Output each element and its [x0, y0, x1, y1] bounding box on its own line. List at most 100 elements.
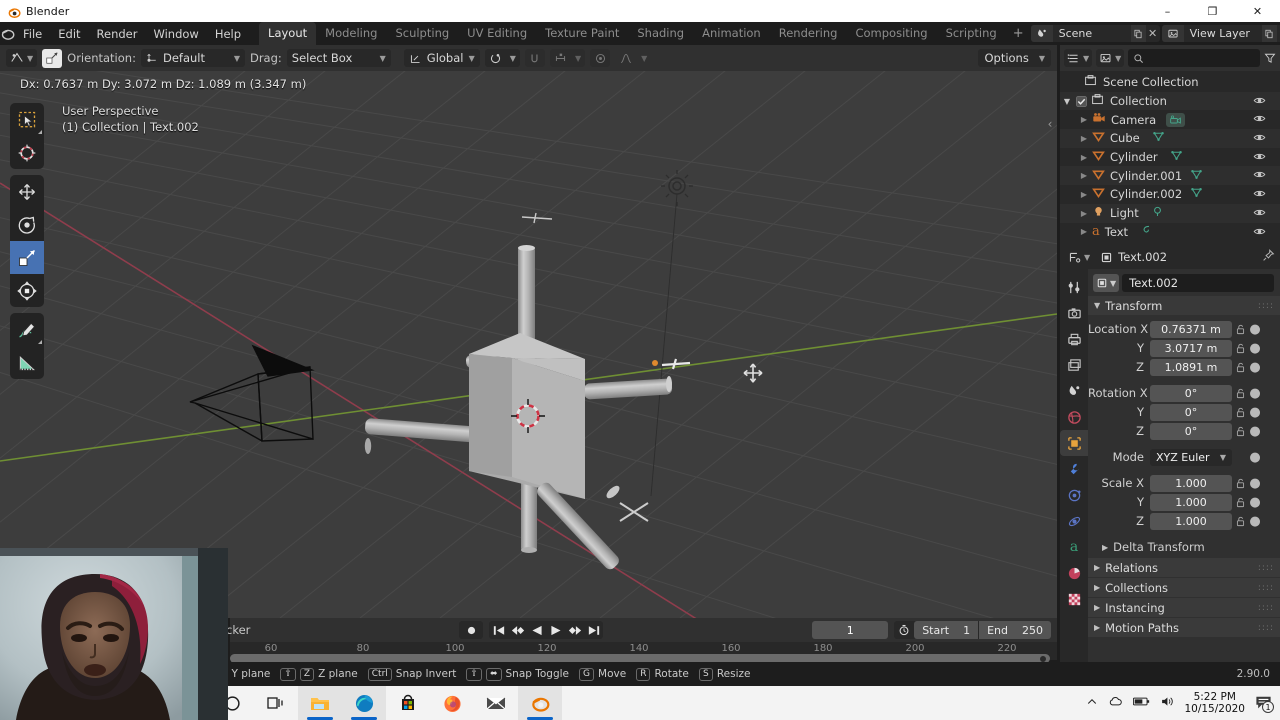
options-dropdown[interactable]: Options ▼ — [978, 49, 1051, 67]
expand-triangle-icon[interactable]: ▶ — [1060, 209, 1090, 218]
modifier-tab[interactable] — [1060, 456, 1088, 482]
display-mode-selector[interactable]: ▼ — [1096, 49, 1125, 67]
outliner-row-collection[interactable]: ▼ Collection — [1060, 91, 1280, 111]
delta-transform-subpanel[interactable]: ▶ Delta Transform — [1088, 537, 1280, 557]
hide-in-viewport-icon[interactable] — [1253, 206, 1266, 222]
animate-property-icon[interactable]: ● — [1248, 451, 1262, 464]
volume-icon[interactable] — [1160, 695, 1174, 711]
hide-in-viewport-icon[interactable] — [1253, 187, 1266, 203]
sidebar-collapse-arrow[interactable]: ‹ — [1045, 113, 1055, 135]
light-data-icon[interactable] — [1151, 205, 1164, 221]
task-view-icon[interactable] — [254, 686, 298, 720]
tab-layout[interactable]: Layout — [259, 22, 317, 45]
object-data-tab[interactable]: a — [1060, 534, 1088, 560]
lock-icon[interactable] — [1232, 388, 1248, 399]
tweak-select-tool[interactable] — [10, 103, 44, 136]
jump-to-end-button[interactable] — [584, 621, 603, 639]
maximize-button[interactable]: ❐ — [1190, 0, 1235, 22]
firefox-icon[interactable] — [430, 686, 474, 720]
transform-tool[interactable] — [10, 274, 44, 307]
play-reverse-button[interactable] — [527, 621, 546, 639]
pivot-point-dropdown[interactable]: ▼ — [484, 49, 520, 67]
location-y-field[interactable]: 3.0717 m — [1150, 339, 1232, 357]
output-tab[interactable] — [1060, 326, 1088, 352]
scene-selector[interactable]: Scene ✕ — [1030, 25, 1160, 42]
falloff-dropdown[interactable]: ▼ — [615, 49, 651, 67]
expand-triangle-icon[interactable]: ▼ — [1060, 97, 1074, 106]
tab-animation[interactable]: Animation — [693, 22, 770, 45]
next-keyframe-button[interactable] — [565, 621, 584, 639]
hide-in-viewport-icon[interactable] — [1253, 150, 1266, 166]
object-tab[interactable] — [1060, 430, 1088, 456]
world-tab[interactable] — [1060, 404, 1088, 430]
lock-icon[interactable] — [1232, 362, 1248, 373]
object-mode-selector[interactable] — [42, 48, 63, 68]
particles-tab[interactable] — [1060, 482, 1088, 508]
tab-uv-editing[interactable]: UV Editing — [458, 22, 536, 45]
expand-triangle-icon[interactable]: ▶ — [1060, 227, 1090, 236]
menu-edit[interactable]: Edit — [50, 24, 88, 44]
camera-data-icon[interactable] — [1166, 112, 1186, 127]
outliner-filter-icon[interactable] — [1264, 49, 1276, 68]
outliner-row-cylinder-001[interactable]: ▶ Cylinder.001 — [1060, 166, 1280, 186]
tool-tab[interactable] — [1060, 274, 1088, 300]
outliner-row-camera[interactable]: ▶ Camera — [1060, 110, 1280, 129]
tab-shading[interactable]: Shading — [628, 22, 693, 45]
outliner-row-light[interactable]: ▶ Light — [1060, 203, 1280, 223]
transform-orientation-dropdown[interactable]: Global ▼ — [403, 49, 480, 67]
menu-window[interactable]: Window — [145, 24, 206, 44]
proportional-editing-button[interactable] — [590, 49, 611, 67]
hide-in-viewport-icon[interactable] — [1253, 131, 1266, 147]
rotation-z-field[interactable]: 0° — [1150, 422, 1232, 440]
orientation-dropdown[interactable]: Default ▼ — [140, 49, 245, 67]
expand-triangle-icon[interactable]: ▶ — [1060, 190, 1090, 199]
rotation-mode-dropdown[interactable]: XYZ Euler ▼ — [1150, 448, 1232, 466]
mail-icon[interactable] — [474, 686, 518, 720]
location-x-field[interactable]: 0.76371 m — [1150, 320, 1232, 338]
lock-icon[interactable] — [1232, 324, 1248, 335]
file-explorer-icon[interactable] — [298, 686, 342, 720]
lock-icon[interactable] — [1232, 343, 1248, 354]
outliner-search-input[interactable] — [1128, 49, 1260, 67]
animate-property-icon[interactable]: ● — [1248, 406, 1262, 419]
outliner-row-cube[interactable]: ▶ Cube — [1060, 129, 1280, 148]
add-workspace-button[interactable]: + — [1006, 23, 1031, 44]
blender-menu-icon[interactable] — [0, 26, 15, 41]
location-z-field[interactable]: 1.0891 m — [1150, 358, 1232, 376]
tab-texture-paint[interactable]: Texture Paint — [536, 22, 628, 45]
rotation-x-field[interactable]: 0° — [1150, 384, 1232, 402]
jump-to-start-button[interactable] — [489, 621, 508, 639]
taskbar-clock[interactable]: 5:22 PM 10/15/2020 — [1184, 691, 1245, 715]
battery-icon[interactable] — [1133, 696, 1150, 710]
blender-taskbar-icon[interactable] — [518, 686, 562, 720]
properties-editor-type-selector[interactable]: ▼ — [1065, 248, 1094, 266]
onedrive-icon[interactable] — [1108, 695, 1123, 711]
measure-tool[interactable] — [10, 346, 44, 379]
expand-triangle-icon[interactable]: ▶ — [1060, 153, 1090, 162]
scale-y-field[interactable]: 1.000 — [1150, 493, 1232, 511]
hide-in-viewport-icon[interactable] — [1253, 168, 1266, 184]
timeline-scroll-handle[interactable] — [1040, 655, 1046, 662]
mesh-data-icon[interactable] — [1152, 130, 1165, 146]
menu-file[interactable]: File — [15, 24, 50, 44]
end-frame-field[interactable]: End 250 — [979, 621, 1051, 639]
rotate-tool[interactable] — [10, 208, 44, 241]
minimize-button[interactable]: – — [1145, 0, 1190, 22]
editor-type-selector[interactable]: ▼ — [6, 49, 38, 67]
menu-help[interactable]: Help — [207, 24, 249, 44]
tab-compositing[interactable]: Compositing — [846, 22, 936, 45]
snap-settings-dropdown[interactable]: ▼ — [549, 49, 586, 67]
hide-in-viewport-icon[interactable] — [1253, 225, 1266, 241]
scale-tool[interactable] — [10, 241, 44, 274]
view-layer-tab[interactable] — [1060, 352, 1088, 378]
animate-property-icon[interactable]: ● — [1248, 425, 1262, 438]
lock-icon[interactable] — [1232, 516, 1248, 527]
play-button[interactable] — [546, 621, 565, 639]
lock-icon[interactable] — [1232, 478, 1248, 489]
pin-icon[interactable] — [1262, 249, 1275, 265]
remove-view-layer-button[interactable]: ✕ — [1277, 25, 1280, 42]
current-frame-field[interactable]: 1 — [812, 621, 889, 639]
animate-property-icon[interactable]: ● — [1248, 477, 1262, 490]
lock-icon[interactable] — [1232, 497, 1248, 508]
animate-property-icon[interactable]: ● — [1248, 323, 1262, 336]
